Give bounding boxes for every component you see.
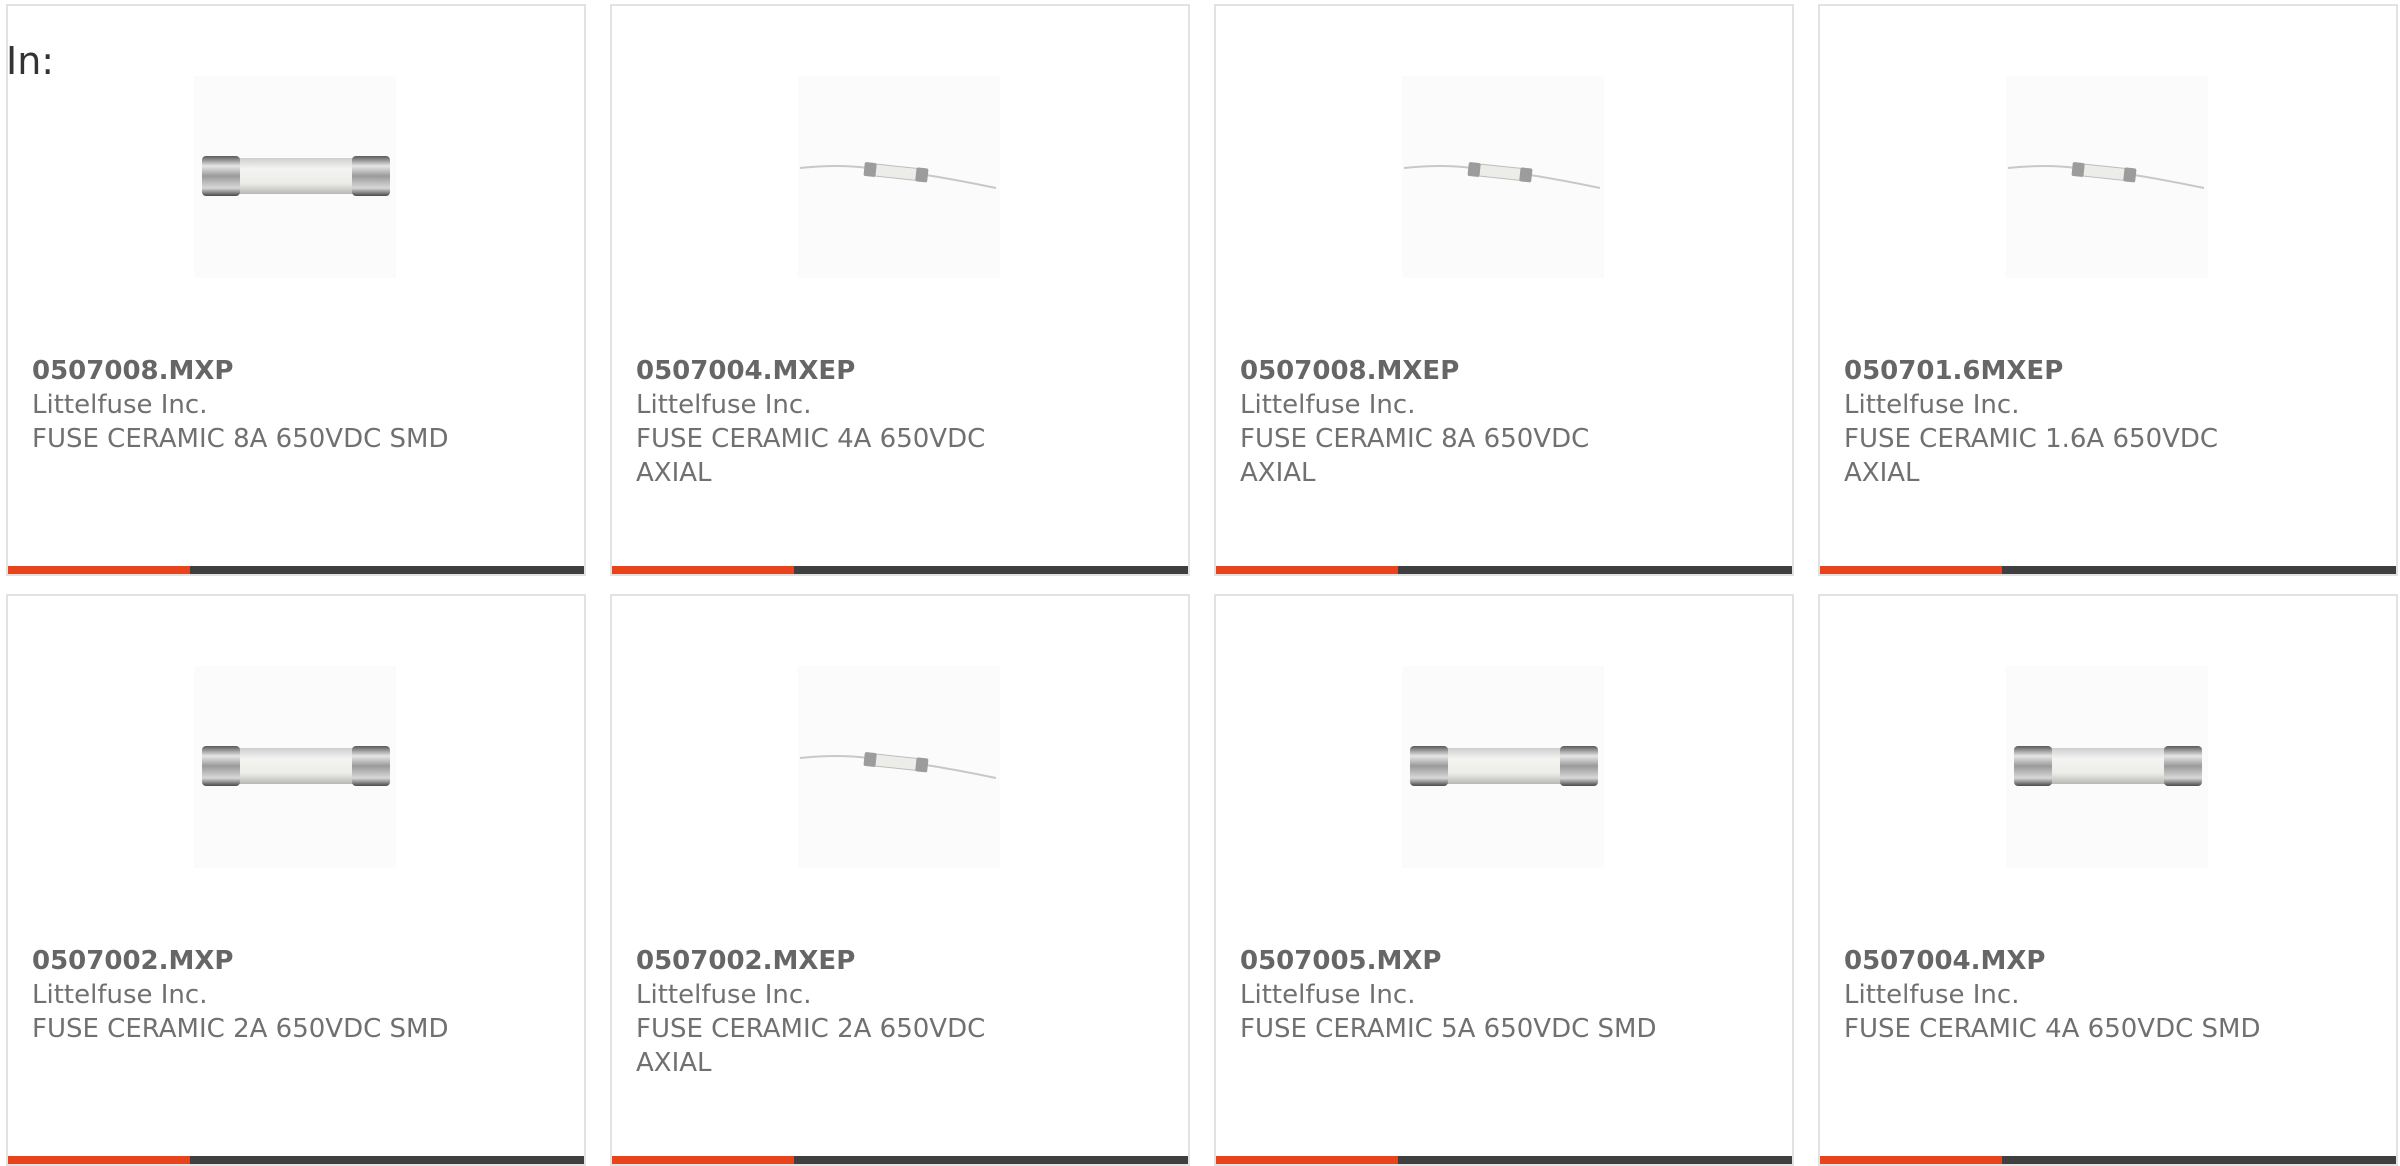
product-card[interactable]: 050701.6MXEP Littelfuse Inc. FUSE CERAMIC … [1818, 4, 2398, 576]
card-accent-stripe [1820, 566, 2002, 574]
product-card[interactable]: 0507002.MXEP Littelfuse Inc. FUSE CERAMIC … [610, 594, 1190, 1166]
card-accent-stripe [8, 566, 190, 574]
product-image[interactable] [1402, 76, 1604, 278]
cartridge-fuse-icon [194, 76, 396, 278]
in-label: In: [6, 39, 55, 83]
manufacturer-name: Littelfuse Inc. [1844, 390, 2020, 420]
product-card[interactable]: 0507002.MXP Littelfuse Inc. FUSE CERAMIC 2… [6, 594, 586, 1166]
axial-fuse-icon [2006, 76, 2208, 278]
manufacturer-name: Littelfuse Inc. [636, 390, 812, 420]
product-card[interactable]: 0507008.MXP Littelfuse Inc. FUSE CERAMIC 8… [6, 4, 586, 576]
product-image[interactable] [194, 666, 396, 868]
part-number-link[interactable]: 0507004.MXP [1844, 944, 2046, 978]
cartridge-fuse-icon [2006, 666, 2208, 868]
product-description: FUSE CERAMIC 8A 650VDC SMD [32, 424, 449, 454]
product-image[interactable] [2006, 666, 2208, 868]
card-accent-stripe [612, 566, 794, 574]
card-bottom-bar [8, 566, 584, 574]
part-number-link[interactable]: 0507002.MXEP [636, 944, 855, 978]
product-card[interactable]: 0507004.MXEP Littelfuse Inc. FUSE CERAMIC … [610, 4, 1190, 576]
product-card[interactable]: 0507004.MXP Littelfuse Inc. FUSE CERAMIC 4… [1818, 594, 2398, 1166]
card-bottom-bar [1216, 566, 1792, 574]
cartridge-fuse-icon [194, 666, 396, 868]
axial-fuse-icon [798, 76, 1000, 278]
manufacturer-name: Littelfuse Inc. [32, 390, 208, 420]
product-description: FUSE CERAMIC 8A 650VDC AXIAL [1240, 424, 1590, 488]
product-description: FUSE CERAMIC 2A 650VDC AXIAL [636, 1014, 986, 1078]
manufacturer-name: Littelfuse Inc. [636, 980, 812, 1010]
card-bottom-bar [1820, 566, 2396, 574]
product-description: FUSE CERAMIC 4A 650VDC SMD [1844, 1014, 2261, 1044]
product-description: FUSE CERAMIC 5A 650VDC SMD [1240, 1014, 1657, 1044]
product-description: FUSE CERAMIC 4A 650VDC AXIAL [636, 424, 986, 488]
manufacturer-name: Littelfuse Inc. [1240, 980, 1416, 1010]
axial-fuse-icon [1402, 76, 1604, 278]
manufacturer-name: Littelfuse Inc. [1240, 390, 1416, 420]
card-accent-stripe [1216, 566, 1398, 574]
part-number-link[interactable]: 050701.6MXEP [1844, 354, 2063, 388]
product-image[interactable] [798, 76, 1000, 278]
product-image[interactable] [2006, 76, 2208, 278]
product-description: FUSE CERAMIC 2A 650VDC SMD [32, 1014, 449, 1044]
part-number-link[interactable]: 0507008.MXEP [1240, 354, 1459, 388]
manufacturer-name: Littelfuse Inc. [1844, 980, 2020, 1010]
manufacturer-name: Littelfuse Inc. [32, 980, 208, 1010]
axial-fuse-icon [798, 666, 1000, 868]
cartridge-fuse-icon [1402, 666, 1604, 868]
product-description: FUSE CERAMIC 1.6A 650VDC AXIAL [1844, 424, 2219, 488]
part-number-link[interactable]: 0507005.MXP [1240, 944, 1442, 978]
card-bottom-bar [612, 566, 1188, 574]
part-number-link[interactable]: 0507004.MXEP [636, 354, 855, 388]
part-number-link[interactable]: 0507008.MXP [32, 354, 234, 388]
product-image[interactable] [194, 76, 396, 278]
product-card[interactable]: 0507005.MXP Littelfuse Inc. FUSE CERAMIC 5… [1214, 594, 1794, 1166]
part-number-link[interactable]: 0507002.MXP [32, 944, 234, 978]
product-image[interactable] [1402, 666, 1604, 868]
product-card[interactable]: 0507008.MXEP Littelfuse Inc. FUSE CERAMIC … [1214, 4, 1794, 576]
product-grid: 0507008.MXP Littelfuse Inc. FUSE CERAMIC 8… [0, 0, 2400, 1166]
product-image[interactable] [798, 666, 1000, 868]
